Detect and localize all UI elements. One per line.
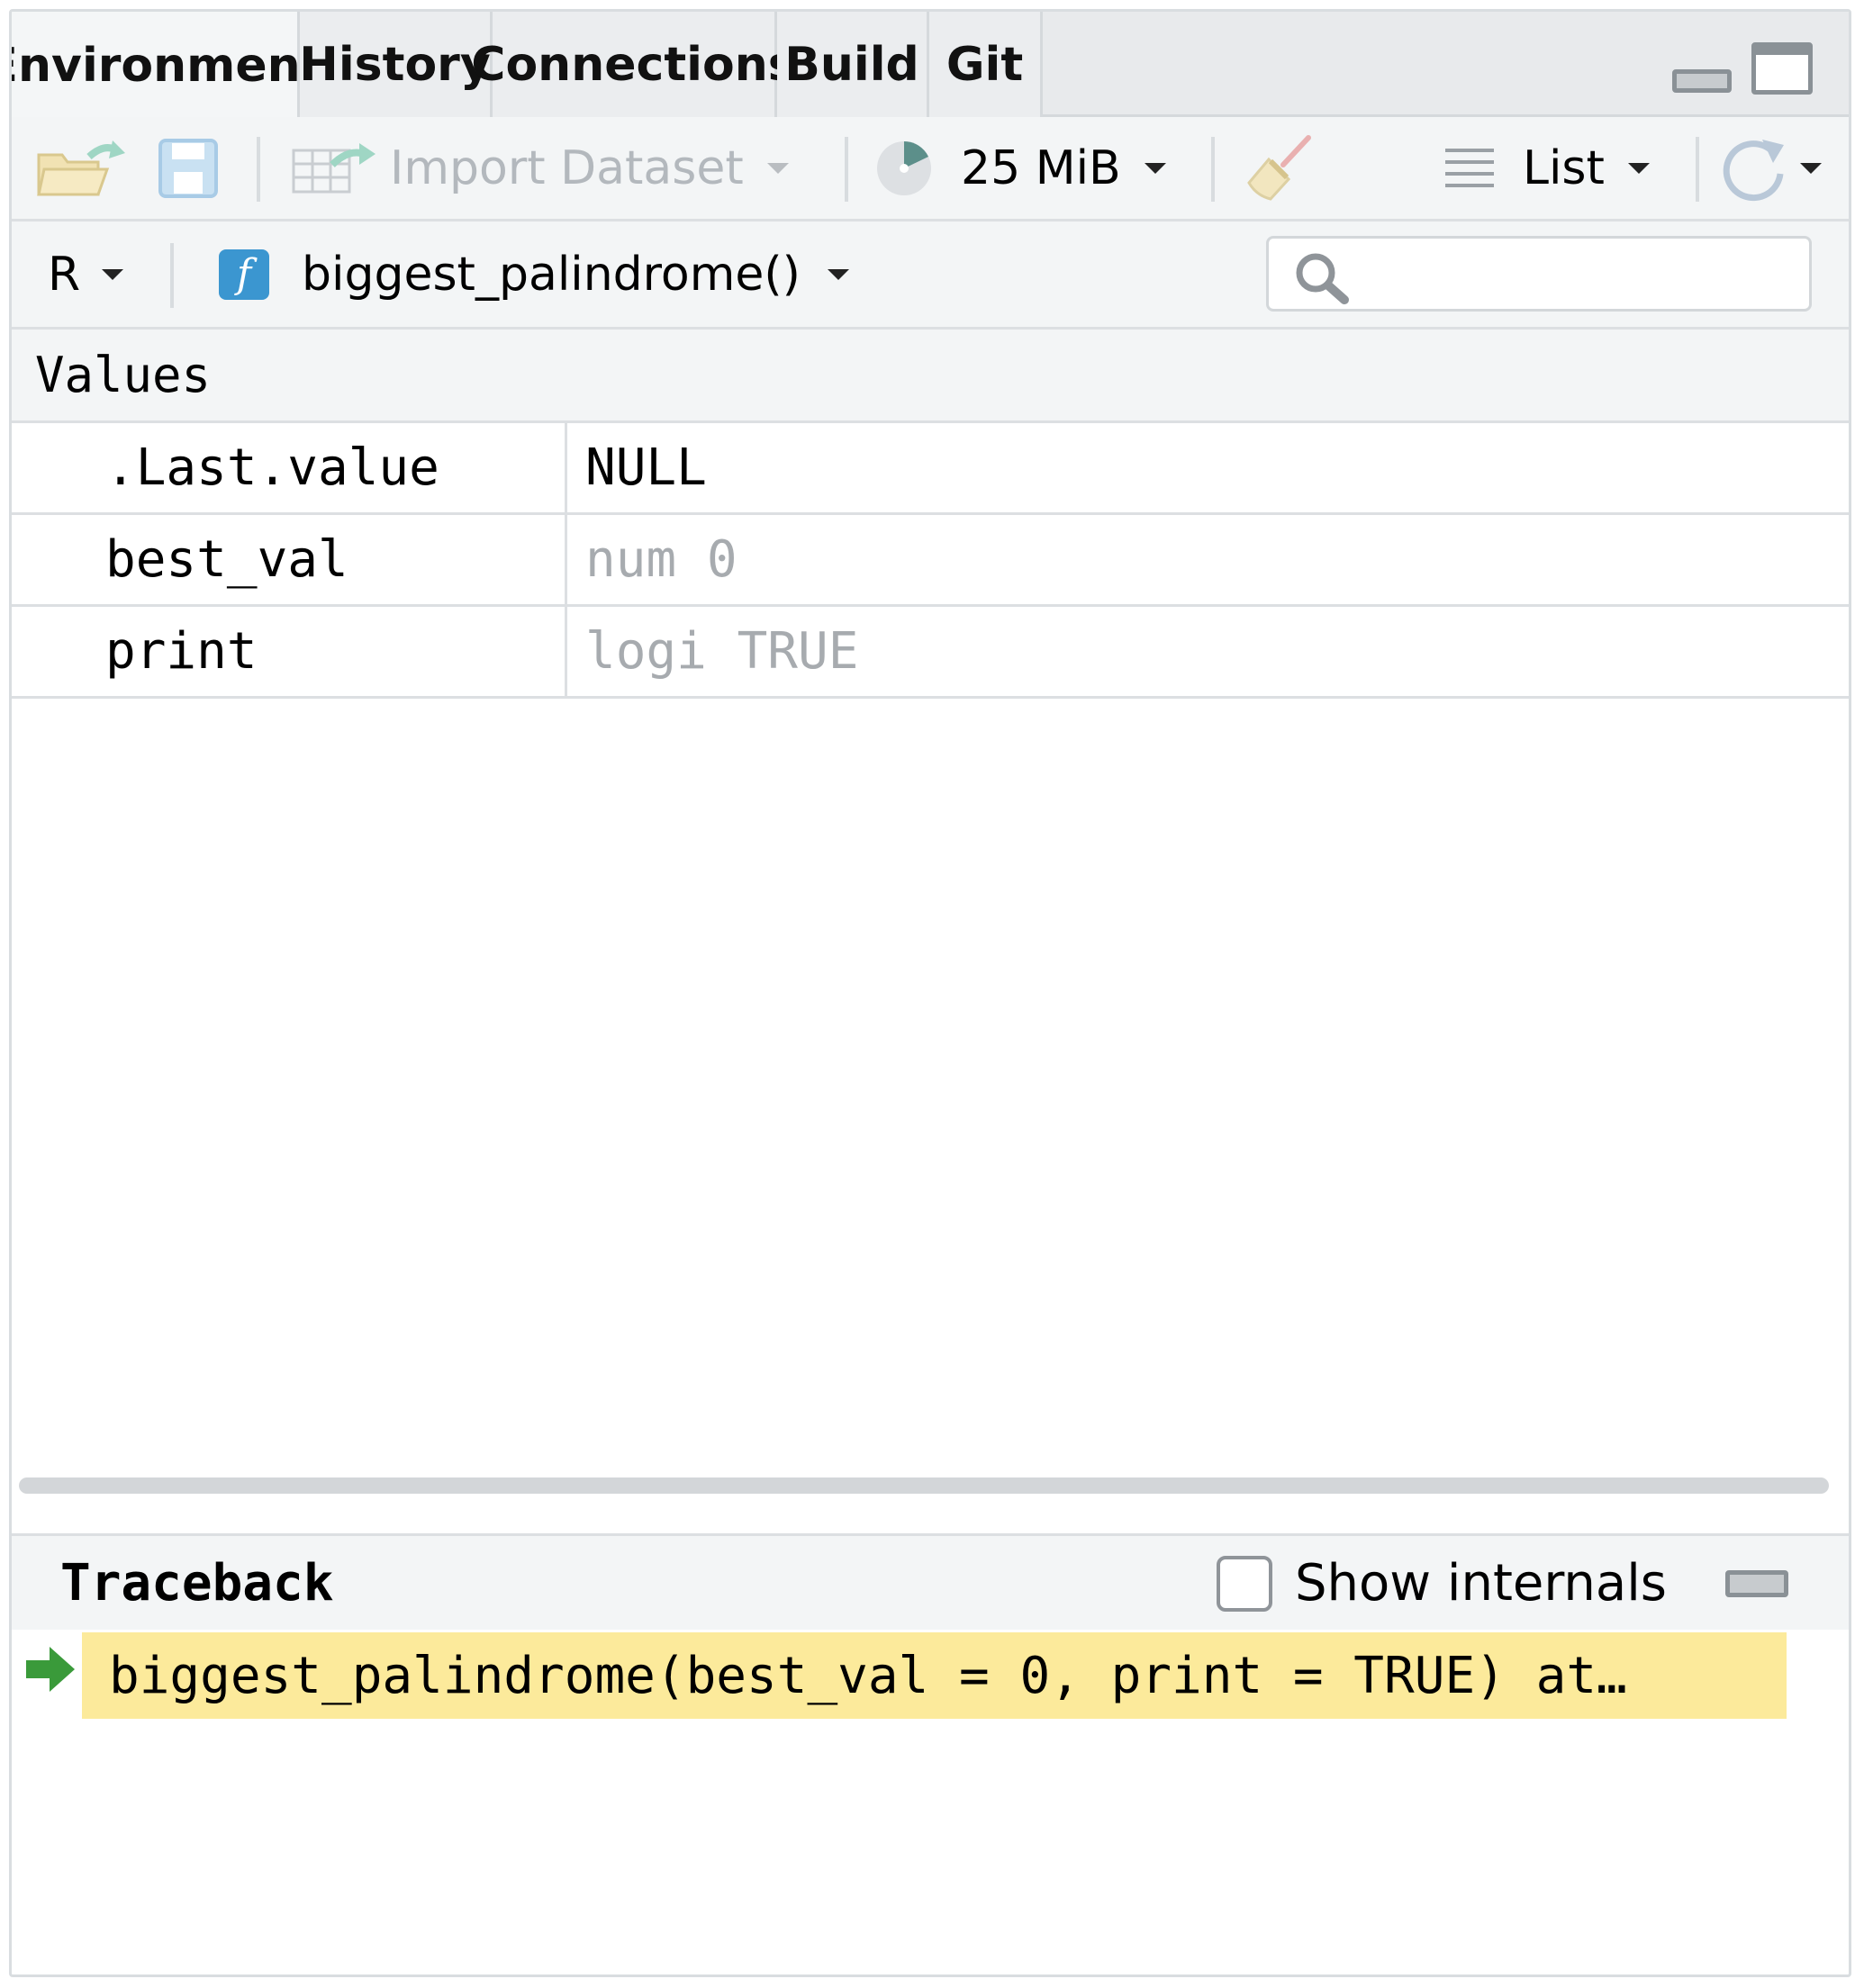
import-dataset-dropdown[interactable]: Import Dataset [291,117,789,219]
collapse-traceback-button[interactable] [1725,1570,1788,1597]
function-icon: f [219,248,269,300]
function-scope-dropdown[interactable]: f biggest_palindrome() [219,221,849,327]
chevron-down-icon [827,268,849,280]
chevron-down-icon [1144,162,1166,174]
variable-name: best_val [105,530,348,589]
show-internals-checkbox[interactable] [1217,1556,1272,1612]
tab-label: Build [784,37,919,92]
function-scope-label: biggest_palindrome() [302,247,801,302]
table-row[interactable]: best_val num 0 [12,515,1849,607]
tab-label: Environment [9,39,323,93]
tab-build[interactable]: Build [777,12,929,117]
memory-usage-label: 25 MiB [961,140,1121,195]
traceback-header: Traceback Show internals [12,1536,1849,1630]
traceback-title: Traceback [60,1553,334,1613]
tab-environment[interactable]: Environment [12,12,323,120]
minimize-pane-button[interactable] [1672,69,1732,93]
current-frame-arrow-icon [26,1647,75,1692]
toolbar-separator [1696,137,1699,202]
language-label: R [48,247,81,302]
tab-git[interactable]: Git [929,12,1043,117]
refresh-icon [1723,139,1784,201]
memory-pie-icon [877,140,931,195]
environment-pane: Environment History Connections Build Gi… [9,9,1851,1977]
window-controls [1672,42,1813,95]
toolbar-separator [845,137,848,202]
save-icon [158,138,218,198]
tab-label: Git [946,37,1024,92]
toolbar-separator [170,243,174,308]
variable-name: print [105,622,258,681]
toolbar-separator [1211,137,1215,202]
environment-toolbar: Import Dataset 25 MiB List [12,117,1849,221]
tab-label: Connections [471,37,796,92]
values-section-label: Values [35,347,212,403]
traceback-frame-text: biggest_palindrome(best_val = 0, print =… [109,1646,1627,1705]
tab-strip: Environment History Connections Build Gi… [12,12,1849,120]
variable-name: .Last.value [105,438,439,497]
save-workspace-button[interactable] [158,117,219,219]
tab-connections[interactable]: Connections [471,12,796,117]
toolbar-separator [257,137,260,202]
import-table-icon [292,142,376,193]
language-dropdown[interactable]: R [48,221,124,327]
show-internals-label[interactable]: Show internals [1295,1536,1667,1630]
view-mode-dropdown[interactable]: List [1443,117,1650,219]
broom-icon [1247,134,1311,201]
refresh-dropdown[interactable] [1721,117,1822,219]
list-icon [1445,148,1494,187]
load-workspace-button[interactable] [35,117,129,219]
variable-value: NULL [585,438,707,497]
horizontal-scrollbar[interactable] [19,1477,1829,1494]
chevron-down-icon [102,268,124,280]
values-section-header: Values [12,330,1849,423]
maximize-pane-button[interactable] [1751,42,1813,95]
column-divider [565,423,567,512]
clear-workspace-button[interactable] [1244,117,1316,219]
open-folder-icon [37,140,125,195]
table-row[interactable]: .Last.value NULL [12,423,1849,515]
view-mode-label: List [1523,140,1605,195]
search-icon [1296,253,1349,304]
traceback-frame[interactable]: biggest_palindrome(best_val = 0, print =… [82,1632,1787,1719]
variable-value: num 0 [585,530,737,589]
memory-usage-dropdown[interactable]: 25 MiB [874,117,1166,219]
column-divider [565,515,567,604]
tab-label: History [299,37,491,92]
table-row[interactable]: print logi TRUE [12,607,1849,699]
chevron-down-icon [766,162,789,174]
search-input[interactable] [1266,236,1812,312]
chevron-down-icon [1627,162,1650,174]
column-divider [565,607,567,696]
chevron-down-icon [1800,162,1822,174]
tab-history[interactable]: History [299,12,493,117]
scope-bar: R f biggest_palindrome() [12,221,1849,330]
import-dataset-label: Import Dataset [390,140,744,195]
variable-value: logi TRUE [585,622,859,681]
